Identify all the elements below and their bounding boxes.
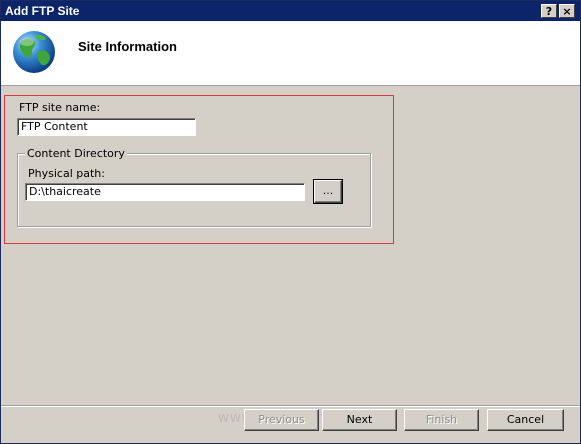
previous-button[interactable]: Previous bbox=[244, 409, 319, 431]
finish-button[interactable]: Finish bbox=[404, 409, 479, 431]
wizard-header: Site Information bbox=[1, 21, 580, 86]
globe-icon bbox=[13, 31, 55, 73]
content-directory-title: Content Directory bbox=[25, 147, 127, 160]
help-button[interactable]: ? bbox=[541, 4, 557, 18]
browse-button[interactable]: ... bbox=[313, 179, 343, 204]
cancel-button[interactable]: Cancel bbox=[487, 409, 564, 431]
physical-path-input[interactable]: D:\thaicreate bbox=[25, 183, 305, 201]
footer-separator bbox=[1, 405, 580, 407]
window-title: Add FTP Site bbox=[5, 4, 80, 18]
next-button[interactable]: Next bbox=[322, 409, 397, 431]
close-button[interactable]: × bbox=[559, 4, 575, 18]
site-name-input[interactable]: FTP Content bbox=[17, 118, 196, 136]
page-title: Site Information bbox=[78, 39, 177, 54]
physical-path-label: Physical path: bbox=[28, 167, 105, 180]
site-name-label: FTP site name: bbox=[19, 101, 101, 114]
add-ftp-site-dialog: Add FTP Site ? × Site Information FTP si… bbox=[0, 0, 581, 444]
title-bar[interactable]: Add FTP Site ? × bbox=[1, 1, 580, 21]
